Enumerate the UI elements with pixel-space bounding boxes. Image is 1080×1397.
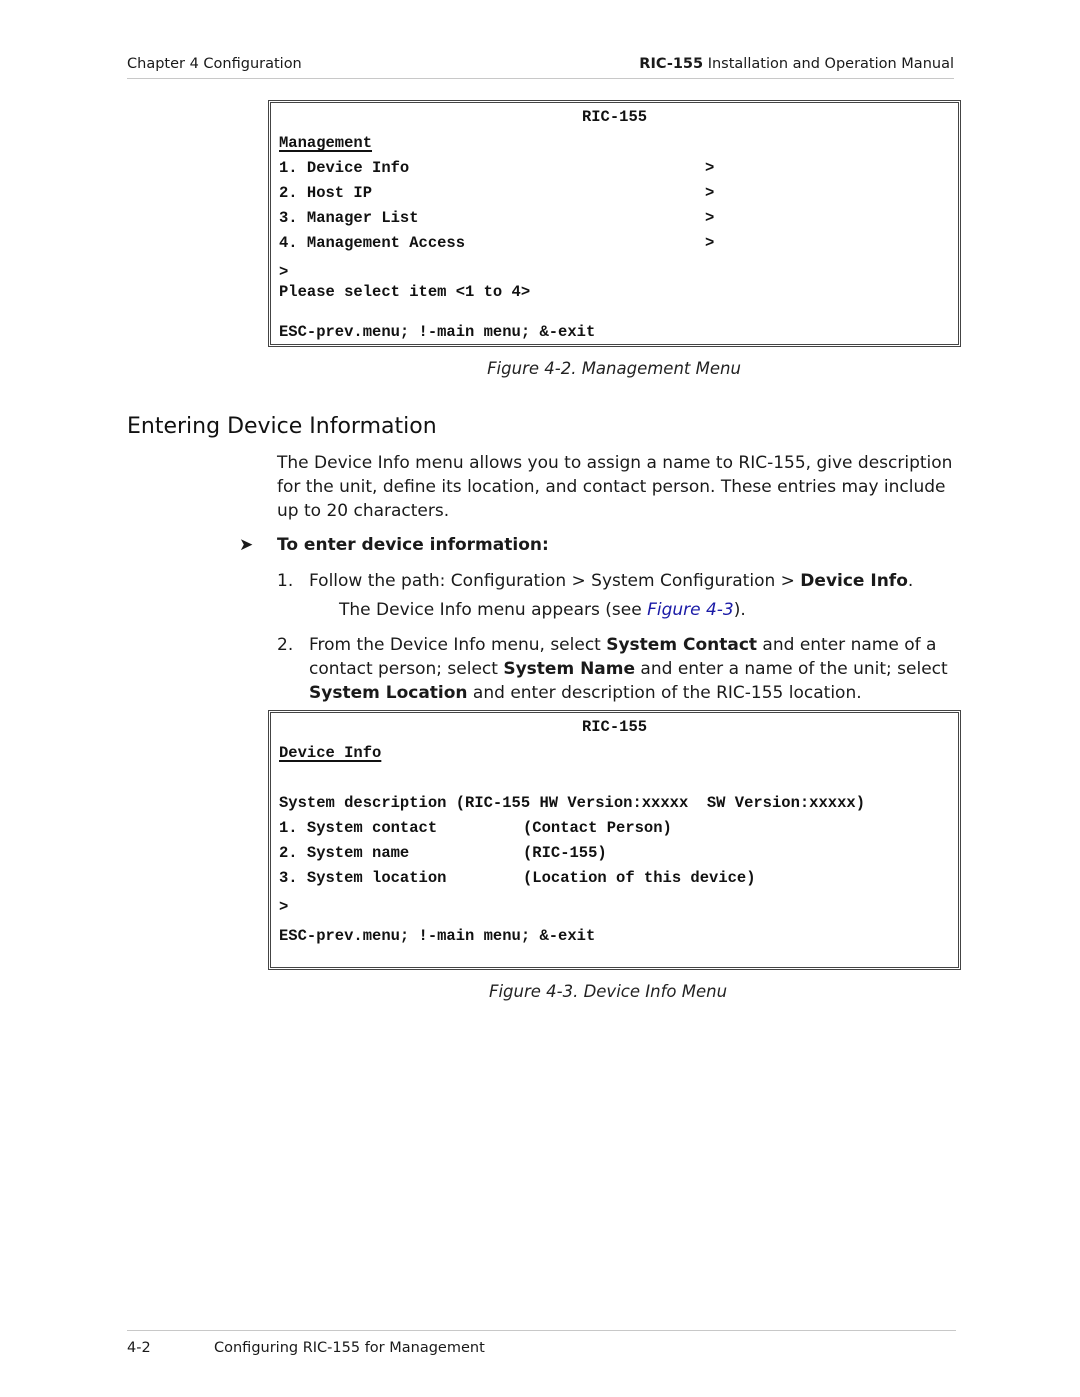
step-1-note: The Device Info menu appears (see Figure… bbox=[339, 598, 959, 622]
submenu-arrow-icon: > bbox=[705, 184, 715, 202]
figure-caption: Figure 4-3. Device Info Menu bbox=[0, 982, 1080, 1001]
page-header: Chapter 4 Configuration RIC-155 Installa… bbox=[127, 56, 954, 79]
submenu-arrow-icon: > bbox=[705, 209, 715, 227]
step-bold-term: System Name bbox=[503, 659, 636, 679]
figure-link[interactable]: Figure 4-3 bbox=[647, 600, 734, 620]
manual-product: RIC-155 bbox=[639, 56, 704, 72]
step-number: 2. bbox=[277, 635, 294, 655]
system-location-value: (Location of this device) bbox=[523, 869, 756, 887]
menu-item-device-info[interactable]: 1. Device Info bbox=[279, 159, 409, 177]
note-text: The Device Info menu appears (see bbox=[339, 600, 648, 620]
terminal-footer-keys: ESC-prev.menu; !-main menu; &-exit bbox=[279, 323, 596, 341]
step-bold-term: System Contact bbox=[606, 635, 758, 655]
section-heading-text: Entering Device Information bbox=[127, 414, 437, 439]
terminal-menu-name: Management bbox=[279, 134, 373, 152]
system-contact-value: (Contact Person) bbox=[523, 819, 672, 837]
step-2: 2. From the Device Info menu, select Sys… bbox=[277, 633, 957, 705]
terminal-title: RIC-155 bbox=[581, 108, 648, 126]
step-bold-term: Device Info bbox=[800, 571, 908, 591]
terminal-menu-name: Device Info bbox=[279, 744, 382, 762]
terminal-footer-keys: ESC-prev.menu; !-main menu; &-exit bbox=[279, 927, 596, 945]
step-number: 1. bbox=[277, 571, 294, 591]
system-name-value: (RIC-155) bbox=[523, 844, 607, 862]
menu-item-management-access[interactable]: 4. Management Access bbox=[279, 234, 465, 252]
menu-item-system-location[interactable]: 3. System location bbox=[279, 869, 446, 887]
manual-title: RIC-155 Installation and Operation Manua… bbox=[639, 56, 954, 72]
procedure-arrow-icon: ➤ bbox=[239, 535, 254, 555]
footer-section-title: Configuring RIC-155 for Management bbox=[214, 1340, 485, 1356]
menu-item-system-contact[interactable]: 1. System contact bbox=[279, 819, 437, 837]
step-text: Follow the path: Configuration > System … bbox=[309, 569, 957, 593]
procedure-title-text: To enter device information: bbox=[277, 535, 549, 555]
figure-caption: Figure 4-2. Management Menu bbox=[0, 359, 1080, 378]
management-menu-terminal: RIC-155 Management 1. Device Info > 2. H… bbox=[268, 100, 961, 347]
step-text-part: Follow the path: Configuration > System … bbox=[309, 571, 801, 591]
chapter-title: Chapter 4 Configuration bbox=[127, 56, 302, 72]
submenu-arrow-icon: > bbox=[705, 159, 715, 177]
page-number: 4-2 bbox=[127, 1340, 151, 1356]
step-text-part: . bbox=[907, 571, 914, 591]
terminal-prompt[interactable]: > bbox=[279, 263, 288, 281]
menu-item-manager-list[interactable]: 3. Manager List bbox=[279, 209, 419, 227]
step-text-part: and enter description of the RIC-155 loc… bbox=[467, 683, 862, 703]
submenu-arrow-icon: > bbox=[705, 234, 715, 252]
system-description-line: System description (RIC-155 HW Version:x… bbox=[279, 794, 865, 812]
page-footer: 4-2 Configuring RIC-155 for Management bbox=[127, 1330, 956, 1356]
figure-caption-text: Figure 4-3. Device Info Menu bbox=[488, 982, 728, 1001]
step-text-part: From the Device Info menu, select bbox=[309, 635, 607, 655]
terminal-title: RIC-155 bbox=[581, 718, 648, 736]
menu-item-system-name[interactable]: 2. System name bbox=[279, 844, 409, 862]
terminal-prompt[interactable]: > bbox=[279, 898, 288, 916]
step-text-part: and enter a name of the unit; select bbox=[635, 659, 948, 679]
intro-paragraph: The Device Info menu allows you to assig… bbox=[277, 453, 953, 521]
section-heading: Entering Device Information bbox=[127, 414, 437, 439]
manual-title-text: Installation and Operation Manual bbox=[703, 56, 954, 72]
device-info-menu-terminal: RIC-155 Device Info System description (… bbox=[268, 710, 961, 970]
step-bold-term: System Location bbox=[309, 683, 468, 703]
menu-item-host-ip[interactable]: 2. Host IP bbox=[279, 184, 372, 202]
note-text: ). bbox=[733, 600, 746, 620]
step-text: From the Device Info menu, select System… bbox=[309, 633, 957, 705]
procedure-title: ➤ To enter device information: bbox=[239, 535, 549, 555]
terminal-instruction: Please select item <1 to 4> bbox=[279, 283, 531, 301]
figure-caption-text: Figure 4-2. Management Menu bbox=[487, 359, 741, 378]
